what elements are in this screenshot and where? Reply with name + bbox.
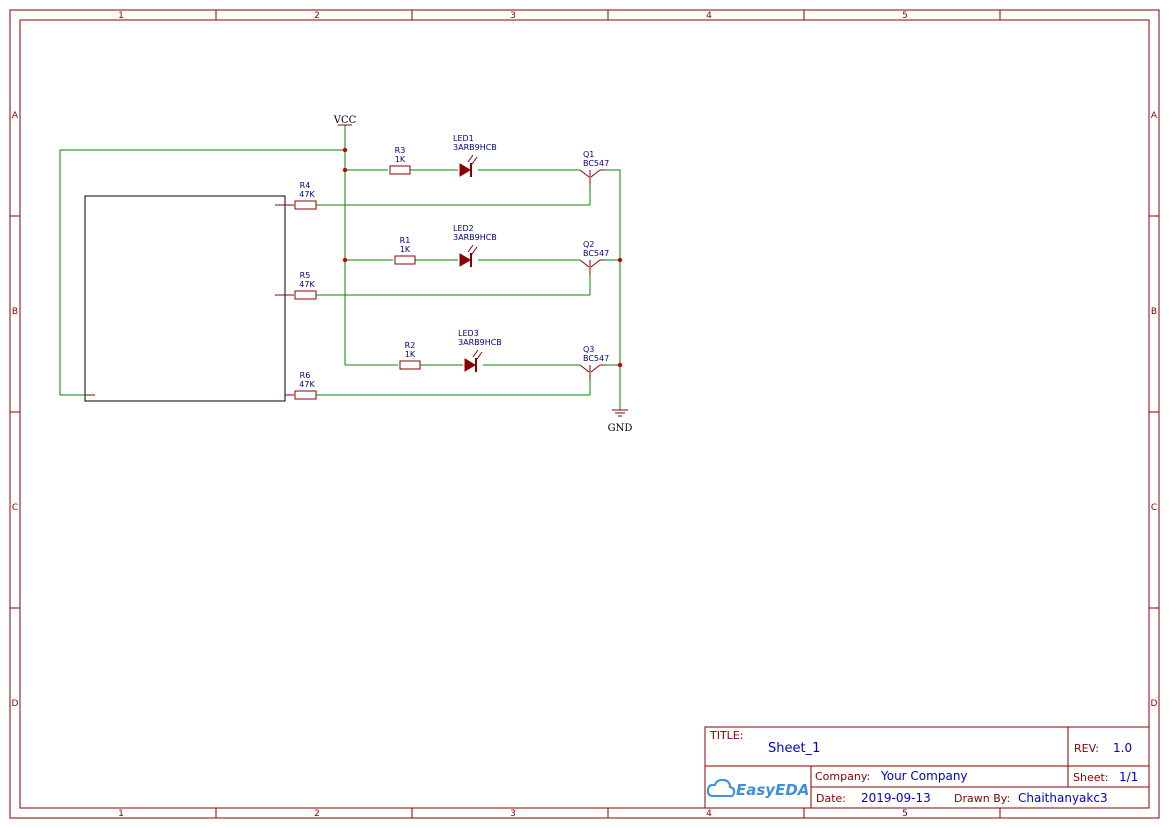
- q2-ref: Q2: [583, 240, 594, 249]
- easyeda-logo: EasyEDA: [706, 778, 809, 799]
- col-label-top: 1: [118, 11, 124, 21]
- led-led1[interactable]: LED1 3ARB9HCB: [453, 134, 497, 177]
- resistor-r5[interactable]: R5 47K: [294, 271, 317, 300]
- company-value: Your Company: [880, 769, 968, 783]
- led1-value: 3ARB9HCB: [453, 143, 497, 152]
- title-block: TITLE: Sheet_1 REV: 1.0 Company: Your Co…: [704, 726, 1150, 809]
- r1-value: 1K: [400, 245, 411, 254]
- col-label-bottom: 5: [902, 809, 908, 819]
- col-label-bottom: 1: [118, 809, 124, 819]
- rev-value: 1.0: [1113, 741, 1132, 755]
- led1-ref: LED1: [453, 134, 474, 143]
- col-label-bottom: 2: [314, 809, 320, 819]
- r1-ref: R1: [400, 236, 411, 245]
- r6-ref: R6: [300, 371, 311, 380]
- led3-value: 3ARB9HCB: [458, 338, 502, 347]
- company-label: Company:: [815, 770, 870, 783]
- resistor-r2[interactable]: R2 1K: [399, 341, 421, 370]
- row-label-left: A: [12, 111, 19, 121]
- junctions: [342, 147, 623, 368]
- date-value: 2019-09-13: [861, 791, 931, 805]
- q1-ref: Q1: [583, 150, 594, 159]
- led3-ref: LED3: [458, 329, 479, 338]
- q3-ref: Q3: [583, 345, 594, 354]
- row-label-right: B: [1151, 307, 1157, 317]
- led-led2[interactable]: LED2 3ARB9HCB: [453, 224, 497, 267]
- drawn-by-label: Drawn By:: [954, 792, 1010, 805]
- r5-ref: R5: [300, 271, 311, 280]
- row-label-left: B: [12, 307, 18, 317]
- title-label: TITLE:: [709, 729, 743, 742]
- row-label-right: D: [1151, 699, 1158, 709]
- resistor-r4[interactable]: R4 47K: [294, 181, 317, 210]
- row-label-left: C: [12, 503, 18, 513]
- vcc-symbol[interactable]: VCC: [333, 115, 357, 126]
- schematic-sheet: 1 2 3 4 5 1 2 3 4 5 A B C D A B C D VCC …: [9, 9, 1160, 819]
- gnd-label: GND: [608, 423, 633, 434]
- title-value: Sheet_1: [768, 741, 820, 756]
- logo-text: EasyEDA: [736, 781, 809, 799]
- sheet-value: 1/1: [1119, 770, 1138, 784]
- q2-value: BC547: [583, 249, 609, 258]
- gnd-symbol[interactable]: GND: [608, 409, 633, 434]
- date-label: Date:: [816, 792, 846, 805]
- q1-value: BC547: [583, 159, 609, 168]
- row-label-right: A: [1151, 111, 1158, 121]
- transistor-q2[interactable]: Q2 BC547: [579, 240, 609, 275]
- resistor-r1[interactable]: R1 1K: [394, 236, 416, 265]
- cloud-icon: [706, 778, 736, 798]
- r5-value: 47K: [299, 280, 315, 289]
- wires: [59, 125, 621, 410]
- col-label-top: 2: [314, 11, 320, 21]
- led2-ref: LED2: [453, 224, 474, 233]
- transistor-q1[interactable]: Q1 BC547: [579, 150, 609, 185]
- r4-value: 47K: [299, 190, 315, 199]
- module-pins: [85, 204, 294, 396]
- grid-labels: 1 2 3 4 5 1 2 3 4 5 A B C D A B C D: [12, 11, 1158, 819]
- drawing-frame: [9, 9, 1160, 819]
- q3-value: BC547: [583, 354, 609, 363]
- r6-value: 47K: [299, 380, 315, 389]
- row-label-left: D: [12, 699, 19, 709]
- sheet-label: Sheet:: [1073, 771, 1109, 784]
- col-label-top: 3: [510, 11, 516, 21]
- resistor-r3[interactable]: R3 1K: [389, 146, 411, 175]
- r3-value: 1K: [395, 155, 406, 164]
- vcc-label: VCC: [333, 115, 357, 126]
- module-block[interactable]: [84, 195, 286, 402]
- col-label-bottom: 4: [706, 809, 712, 819]
- r4-ref: R4: [300, 181, 311, 190]
- r3-ref: R3: [395, 146, 406, 155]
- col-label-top: 5: [902, 11, 908, 21]
- resistor-r6[interactable]: R6 47K: [294, 371, 317, 400]
- r2-value: 1K: [405, 350, 416, 359]
- led-led3[interactable]: LED3 3ARB9HCB: [458, 329, 502, 372]
- col-label-top: 4: [706, 11, 712, 21]
- transistor-q3[interactable]: Q3 BC547: [579, 345, 609, 380]
- col-label-bottom: 3: [510, 809, 516, 819]
- rev-label: REV:: [1074, 742, 1099, 755]
- drawn-by-value: Chaithanyakc3: [1018, 791, 1108, 805]
- row-label-right: C: [1151, 503, 1157, 513]
- led2-value: 3ARB9HCB: [453, 233, 497, 242]
- r2-ref: R2: [405, 341, 416, 350]
